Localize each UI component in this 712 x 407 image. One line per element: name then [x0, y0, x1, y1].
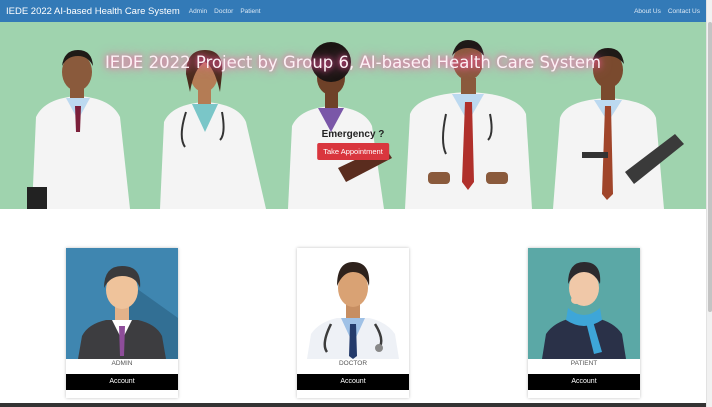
admin-account-button[interactable]: Account [66, 374, 178, 390]
nav-link-doctor[interactable]: Doctor [214, 8, 233, 15]
doctor-figure [160, 50, 266, 209]
patient-card: PATIENT Account [528, 248, 640, 398]
nav-link-patient[interactable]: Patient [240, 8, 260, 15]
admin-card: ADMIN Account [66, 248, 178, 398]
card-role-label: PATIENT [570, 360, 598, 367]
brand-link[interactable]: IEDE 2022 AI-based Health Care System [6, 6, 180, 17]
emergency-heading: Emergency ? [321, 129, 385, 140]
patient-account-button[interactable]: Account [528, 374, 640, 390]
nav-link-about[interactable]: About Us [634, 8, 661, 15]
hero-banner: IEDE 2022 Project by Group 6, AI-based H… [0, 22, 706, 209]
doctor-account-button[interactable]: Account [297, 374, 409, 390]
hero-title: IEDE 2022 Project by Group 6, AI-based H… [104, 53, 602, 72]
nav-link-admin[interactable]: Admin [189, 8, 207, 15]
doctor-figure [27, 50, 130, 209]
doctors-illustration [27, 40, 684, 209]
doctor-card: DOCTOR Account [297, 248, 409, 398]
doctor-avatar-icon [297, 248, 409, 359]
card-role-label: DOCTOR [338, 360, 368, 367]
navbar: IEDE 2022 AI-based Health Care System Ad… [0, 0, 706, 22]
admin-avatar-icon [66, 248, 178, 359]
vertical-scrollbar[interactable] [706, 0, 712, 407]
nav-right: About Us Contact Us [627, 8, 700, 15]
take-appointment-button[interactable]: Take Appointment [317, 143, 389, 160]
patient-avatar-icon [528, 248, 640, 359]
window-bottom-edge [0, 403, 706, 407]
card-role-label: ADMIN [111, 360, 133, 367]
scrollbar-thumb[interactable] [708, 22, 712, 312]
doctor-figure [553, 48, 684, 209]
nav-link-contact[interactable]: Contact Us [668, 8, 700, 15]
